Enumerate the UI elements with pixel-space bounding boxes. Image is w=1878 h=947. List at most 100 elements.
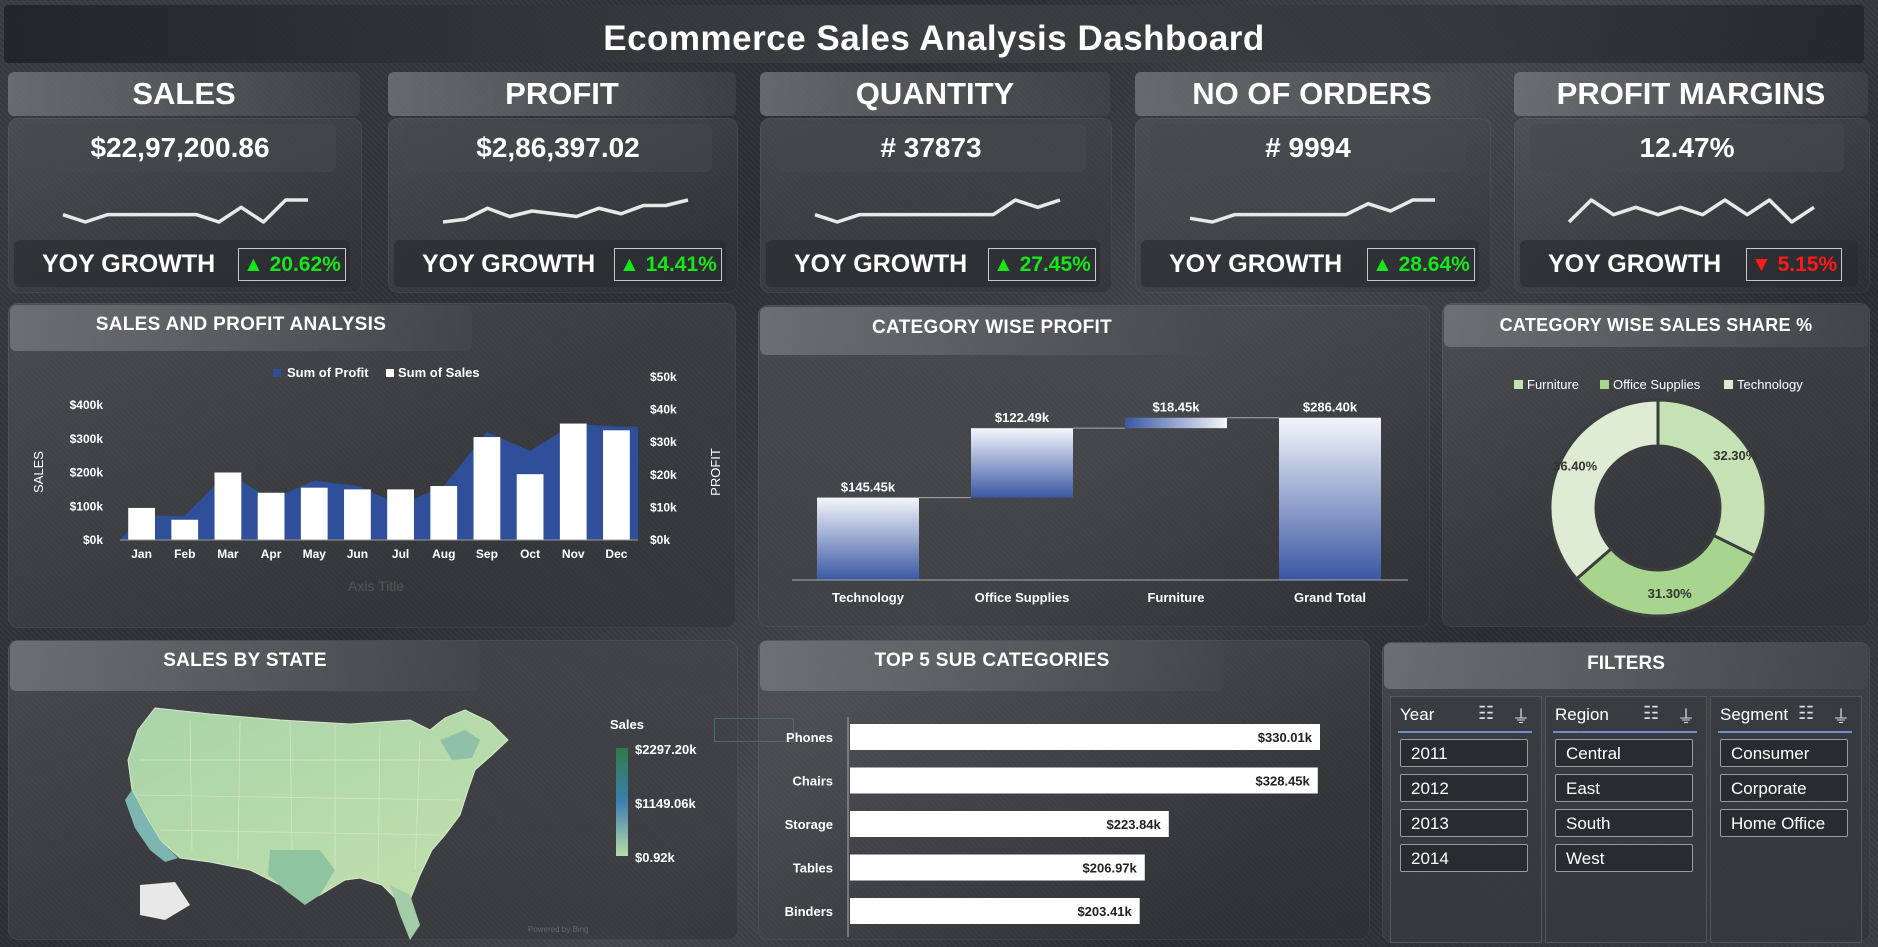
slicer-year-header: Year <box>1400 705 1435 724</box>
yoy-row: YOY GROWTH ▲ 28.64% <box>1141 240 1479 287</box>
donut-legend-label: Furniture <box>1527 377 1579 392</box>
x-tick-label: Aug <box>432 547 455 561</box>
dashboard-title: Ecommerce Sales Analysis Dashboard <box>4 5 1864 63</box>
map-legend-min: $0.92k <box>635 850 675 865</box>
x-tick-label: Jul <box>392 547 409 561</box>
sales-bar <box>603 430 630 540</box>
slicer-year-item[interactable]: 2014 <box>1400 844 1528 872</box>
yoy-label: YOY GROWTH <box>794 250 968 278</box>
x-tick-label: Sep <box>476 547 498 561</box>
slicer-header-underline <box>1398 731 1532 733</box>
kpi-sparkline <box>1567 198 1815 224</box>
slicer-segment-item[interactable]: Corporate <box>1720 774 1848 802</box>
map-watermark: Powered by Bing <box>528 925 589 934</box>
kpi-label: PROFIT MARGINS <box>1514 72 1868 116</box>
slicer-region-item[interactable]: Central <box>1555 739 1693 767</box>
y2-tick-label: $0k <box>650 533 670 547</box>
kpi-label: PROFIT <box>388 72 736 116</box>
y-tick-label: $400k <box>70 398 104 412</box>
sparkline-path <box>814 198 1061 224</box>
y-tick-label: $300k <box>70 432 104 446</box>
yoy-label: YOY GROWTH <box>1169 250 1343 278</box>
waterfall-category-label: Grand Total <box>1294 590 1366 605</box>
legend-profit-label: Sum of Profit <box>287 365 369 380</box>
waterfall-value-label: $122.49k <box>995 410 1050 425</box>
subcategory-bar <box>850 724 1320 750</box>
kpi-value: 12.47% <box>1530 124 1844 172</box>
map-legend-title: Sales <box>610 717 644 732</box>
clear-filter-icon[interactable]: ⏚ <box>1677 703 1695 729</box>
us-map[interactable] <box>120 700 560 947</box>
y-tick-label: $0k <box>83 533 103 547</box>
legend-swatch-sales <box>386 369 394 377</box>
category-share-chart: Furniture Office Supplies Technology 32.30%… <box>1514 377 1803 618</box>
multi-select-icon[interactable]: ☷ <box>1643 703 1659 724</box>
subcategory-label: Chairs <box>793 774 833 789</box>
subcategory-bar <box>850 767 1318 794</box>
x-tick-label: Nov <box>562 547 585 561</box>
x-tick-label: Apr <box>261 547 282 561</box>
y2-tick-label: $20k <box>650 468 677 482</box>
donut-value-label: 36.40% <box>1553 458 1598 473</box>
top-subcategories-title: TOP 5 SUB CATEGORIES <box>760 641 1224 691</box>
slicer-segment-item[interactable]: Consumer <box>1720 739 1848 767</box>
subcategory-label: Tables <box>793 861 833 876</box>
sparkline-path <box>1189 198 1435 224</box>
y-tick-label: $200k <box>70 466 104 480</box>
slicer-year-item[interactable]: 2012 <box>1400 774 1528 802</box>
kpi-value: # 37873 <box>776 124 1086 172</box>
slicer-year-item[interactable]: 2011 <box>1400 739 1528 767</box>
waterfall-bar <box>1279 417 1381 580</box>
sales-by-state-title: SALES BY STATE <box>10 641 480 691</box>
slicer-region-item[interactable]: South <box>1555 809 1693 837</box>
sales-bar <box>257 492 285 540</box>
growth-badge: ▲ 14.41% <box>614 248 722 281</box>
category-profit-chart: $145.45k Technology $122.49k Office Supplie… <box>792 400 1408 605</box>
x-tick-label: Jun <box>347 547 368 561</box>
x-tick-label: Oct <box>520 547 540 561</box>
yoy-label: YOY GROWTH <box>422 250 596 278</box>
x-tick-label: Jan <box>131 547 152 561</box>
x-tick-label: May <box>303 547 327 561</box>
kpi-sparkline <box>1189 198 1435 224</box>
slicer-region-item[interactable]: East <box>1555 774 1693 802</box>
waterfall-value-label: $18.45k <box>1153 400 1201 415</box>
map-legend-mid: $1149.06k <box>635 796 696 811</box>
slicer-region-header: Region <box>1555 705 1609 724</box>
slicer-segment-item[interactable]: Home Office <box>1720 809 1848 837</box>
yoy-row: YOY GROWTH ▲ 20.62% <box>14 240 350 287</box>
slicer-region-item[interactable]: West <box>1555 844 1693 872</box>
clear-filter-icon[interactable]: ⏚ <box>1832 703 1850 729</box>
subcategory-value-label: $328.45k <box>1256 774 1311 789</box>
growth-badge: ▲ 27.45% <box>988 248 1096 281</box>
slicer-year-item[interactable]: 2013 <box>1400 809 1528 837</box>
slicer-header-underline <box>1718 731 1852 733</box>
multi-select-icon[interactable]: ☷ <box>1798 703 1814 724</box>
x-tick-label: Mar <box>217 547 239 561</box>
legend-swatch-profit <box>273 369 281 377</box>
waterfall-bar <box>817 497 919 580</box>
yoy-row: YOY GROWTH ▼ 5.15% <box>1520 240 1858 287</box>
category-profit-title: CATEGORY WISE PROFIT <box>760 307 1224 355</box>
subcategory-value-label: $330.01k <box>1258 730 1313 745</box>
sales-bar <box>387 489 414 540</box>
subcategory-label: Binders <box>785 904 833 919</box>
sales-profit-title: SALES AND PROFIT ANALYSIS <box>10 305 472 351</box>
sales-bar <box>300 487 328 540</box>
subcategory-label: Storage <box>785 817 833 832</box>
filters-title: FILTERS <box>1384 643 1868 689</box>
sparkline-path <box>1567 198 1815 224</box>
x-tick-label: Dec <box>605 547 627 561</box>
slicer-header-underline <box>1553 731 1697 733</box>
multi-select-icon[interactable]: ☷ <box>1478 703 1494 724</box>
subcategory-value-label: $203.41k <box>1077 904 1132 919</box>
waterfall-category-label: Furniture <box>1147 590 1204 605</box>
clear-filter-icon[interactable]: ⏚ <box>1512 703 1530 729</box>
map-legend-bar <box>616 748 628 856</box>
waterfall-bar <box>971 428 1073 498</box>
sales-bar <box>344 489 371 540</box>
growth-badge: ▼ 5.15% <box>1746 248 1843 281</box>
map-alaska <box>140 882 190 920</box>
sales-profit-chart: Sum of Profit Sum of Sales $400k $300k $200k… <box>31 365 723 594</box>
waterfall-bar <box>1125 417 1227 429</box>
